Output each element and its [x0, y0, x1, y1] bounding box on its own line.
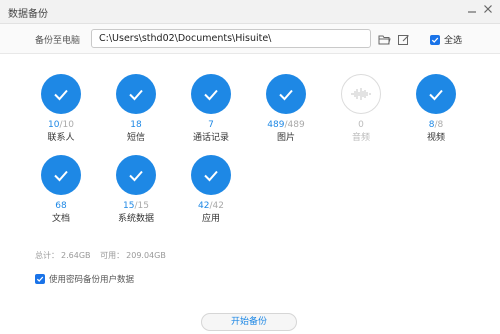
item-label: 联系人: [47, 133, 75, 143]
category-photos[interactable]: 489/489 图片: [256, 74, 316, 144]
check-circle-icon: [116, 74, 156, 114]
check-circle-icon: [191, 74, 231, 114]
category-system-data[interactable]: 15/15 系统数据: [106, 155, 166, 225]
category-video[interactable]: 8/8 视频: [406, 74, 466, 144]
item-label: 系统数据: [117, 214, 154, 224]
item-count: 7: [208, 120, 214, 130]
item-label: 音频: [351, 133, 370, 143]
item-count: 68: [55, 201, 67, 211]
category-sms[interactable]: 18 短信: [106, 74, 166, 144]
category-contacts[interactable]: 10/10 联系人: [31, 74, 91, 144]
storage-summary: 总计： 2.64GB 可用： 209.04GB: [35, 250, 168, 261]
item-count: 10/10: [48, 120, 74, 130]
backup-path-label: 备份至电脑: [35, 36, 81, 46]
available-size-label: 可用：: [100, 251, 125, 260]
item-count: 15/15: [123, 201, 149, 211]
select-all-check-icon: [430, 34, 440, 45]
close-icon[interactable]: [482, 4, 494, 18]
minimize-icon[interactable]: [466, 4, 478, 18]
item-count: 0: [358, 120, 364, 130]
category-call-log[interactable]: 7 通话记录: [181, 74, 241, 144]
item-label: 通话记录: [192, 133, 229, 143]
total-size-value: 2.64GB: [61, 251, 91, 260]
item-label: 视频: [426, 133, 445, 143]
backup-path-row: 备份至电脑 C:\Users\sthd02\Documents\Hisuite\…: [0, 24, 500, 54]
item-label: 应用: [201, 214, 220, 224]
window-title: 数据备份: [8, 9, 48, 20]
check-circle-icon: [41, 155, 81, 195]
check-circle-icon: [41, 74, 81, 114]
item-count: 42/42: [198, 201, 224, 211]
total-size-label: 总计：: [35, 251, 59, 260]
password-backup-label: 使用密码备份用户数据: [49, 275, 135, 285]
start-backup-button[interactable]: 开始备份: [201, 313, 297, 331]
item-label: 图片: [276, 133, 295, 143]
category-audio: 0 音频: [331, 74, 391, 144]
password-backup-checkbox[interactable]: 使用密码备份用户数据: [35, 273, 134, 285]
available-size-value: 209.04GB: [126, 251, 166, 260]
item-count: 489/489: [267, 120, 305, 130]
password-check-icon: [35, 274, 45, 284]
item-label: 短信: [126, 133, 145, 143]
item-label: 文档: [51, 214, 70, 224]
select-all-label: 全选: [444, 36, 463, 46]
check-circle-icon: [191, 155, 231, 195]
folder-open-icon[interactable]: [378, 31, 391, 45]
backup-path-field[interactable]: C:\Users\sthd02\Documents\Hisuite\: [91, 29, 371, 48]
check-circle-icon: [416, 74, 456, 114]
check-circle-icon: [116, 155, 156, 195]
category-documents[interactable]: 68 文档: [31, 155, 91, 225]
item-count: 18: [130, 120, 142, 130]
audio-wave-icon: [341, 74, 381, 114]
category-apps[interactable]: 42/42 应用: [181, 155, 241, 225]
select-all-checkbox[interactable]: 全选: [430, 33, 462, 46]
title-bar: 数据备份: [0, 0, 500, 24]
check-circle-icon: [266, 74, 306, 114]
edit-icon[interactable]: [397, 31, 410, 45]
item-count: 8/8: [428, 120, 444, 130]
